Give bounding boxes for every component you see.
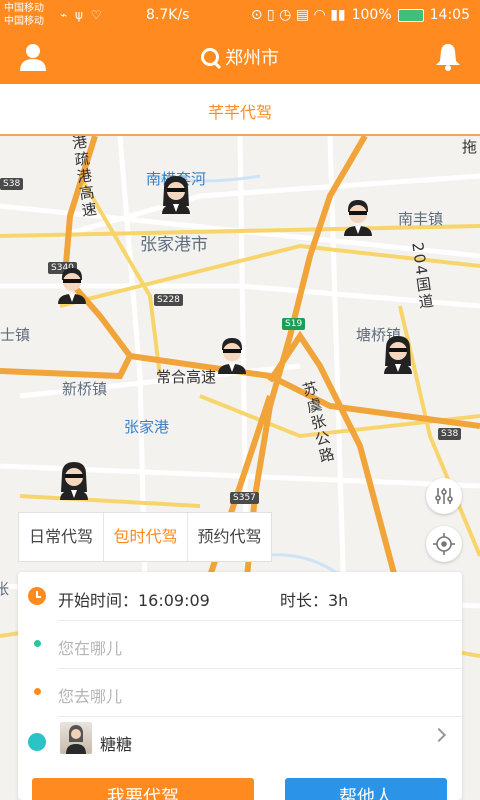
- city-selector[interactable]: 郑州市: [0, 44, 480, 70]
- avatar: [60, 722, 92, 754]
- tab-hourly[interactable]: 包时代驾: [103, 513, 187, 561]
- booking-card: 开始时间：16:09:09 时长：3h 您在哪儿 您去哪儿 糖糖 我要代驾 帮他…: [18, 572, 462, 800]
- carrier-info: 中国移动 中国移动: [4, 2, 44, 28]
- driver-marker[interactable]: [158, 176, 194, 214]
- start-time: 开始时间：16:09:09: [58, 591, 210, 610]
- map-label: 士镇: [0, 326, 31, 344]
- pickup-placeholder: 您在哪儿: [58, 639, 123, 658]
- driver-marker[interactable]: [54, 266, 90, 304]
- service-tabs: 日常代驾 包时代驾 预约代驾: [18, 512, 272, 562]
- driver-marker[interactable]: [340, 198, 376, 236]
- carrier-2: 中国移动: [4, 16, 44, 27]
- driver-marker[interactable]: [380, 336, 416, 374]
- battery-percent: 100%: [351, 7, 392, 23]
- network-speed: 8.7K/s: [146, 7, 190, 23]
- app-header: 郑州市: [0, 32, 480, 84]
- map-label: 南丰镇: [398, 210, 444, 228]
- call-driver-button[interactable]: 我要代驾: [32, 778, 254, 800]
- crosshair-icon: [433, 533, 455, 555]
- bell-icon[interactable]: [434, 42, 462, 72]
- map-label: 新桥镇: [62, 380, 108, 398]
- pickup-dot-icon: [34, 640, 41, 647]
- chevron-right-icon[interactable]: [431, 727, 447, 743]
- city-name: 郑州市: [225, 48, 279, 69]
- location-icon: [201, 48, 219, 66]
- status-right: ⊙ ▯ ◷ ▤ ◠ ▮▮ 100% 14:05: [251, 7, 470, 23]
- duration[interactable]: 时长：3h: [280, 587, 348, 611]
- brand-bar: 芊芊代驾: [0, 84, 480, 136]
- carrier-1: 中国移动: [4, 3, 44, 14]
- contact-name[interactable]: 糖糖: [100, 731, 132, 755]
- tab-daily[interactable]: 日常代驾: [19, 513, 103, 561]
- destination-dot-icon: [34, 688, 41, 695]
- divider: [58, 716, 462, 717]
- destination-field[interactable]: 您去哪儿: [18, 668, 462, 716]
- map-label: 张: [0, 580, 10, 598]
- map-label: 拖: [462, 138, 478, 156]
- clock-icon: [28, 587, 46, 605]
- start-time-row[interactable]: 开始时间：16:09:09 时长：3h: [18, 572, 462, 620]
- destination-placeholder: 您去哪儿: [58, 687, 123, 706]
- person-icon: [28, 733, 46, 751]
- road-badge: S38: [438, 428, 462, 440]
- locate-me-button[interactable]: [426, 526, 462, 562]
- road-badge: S357: [230, 492, 259, 504]
- sliders-icon: [435, 488, 453, 504]
- status-bar: 中国移动 中国移动 ⌁ ψ ♡ 8.7K/s ⊙ ▯ ◷ ▤ ◠ ▮▮ 100%…: [0, 0, 480, 32]
- road-badge: S19: [282, 318, 306, 330]
- brand-title: 芊芊代驾: [207, 103, 272, 122]
- map-filter-button[interactable]: [426, 478, 462, 514]
- notification-icons: ⌁ ψ ♡: [60, 8, 104, 22]
- map-label: 张家港市: [140, 235, 208, 255]
- map-label: 常合高速: [156, 368, 217, 386]
- tab-reserve[interactable]: 预约代驾: [187, 513, 271, 561]
- avatar-image: [66, 725, 86, 754]
- pickup-field[interactable]: 您在哪儿: [18, 620, 462, 668]
- driver-marker[interactable]: [214, 336, 250, 374]
- system-icons: ⊙ ▯ ◷ ▤ ◠ ▮▮: [250, 7, 346, 23]
- driver-marker[interactable]: [56, 462, 92, 500]
- map-label: 张家港: [124, 418, 170, 436]
- road-badge: S38: [0, 178, 24, 190]
- help-others-button[interactable]: 帮他人: [285, 778, 447, 800]
- battery-icon: [397, 8, 424, 22]
- clock-time: 14:05: [429, 7, 470, 23]
- road-badge: S228: [154, 294, 183, 306]
